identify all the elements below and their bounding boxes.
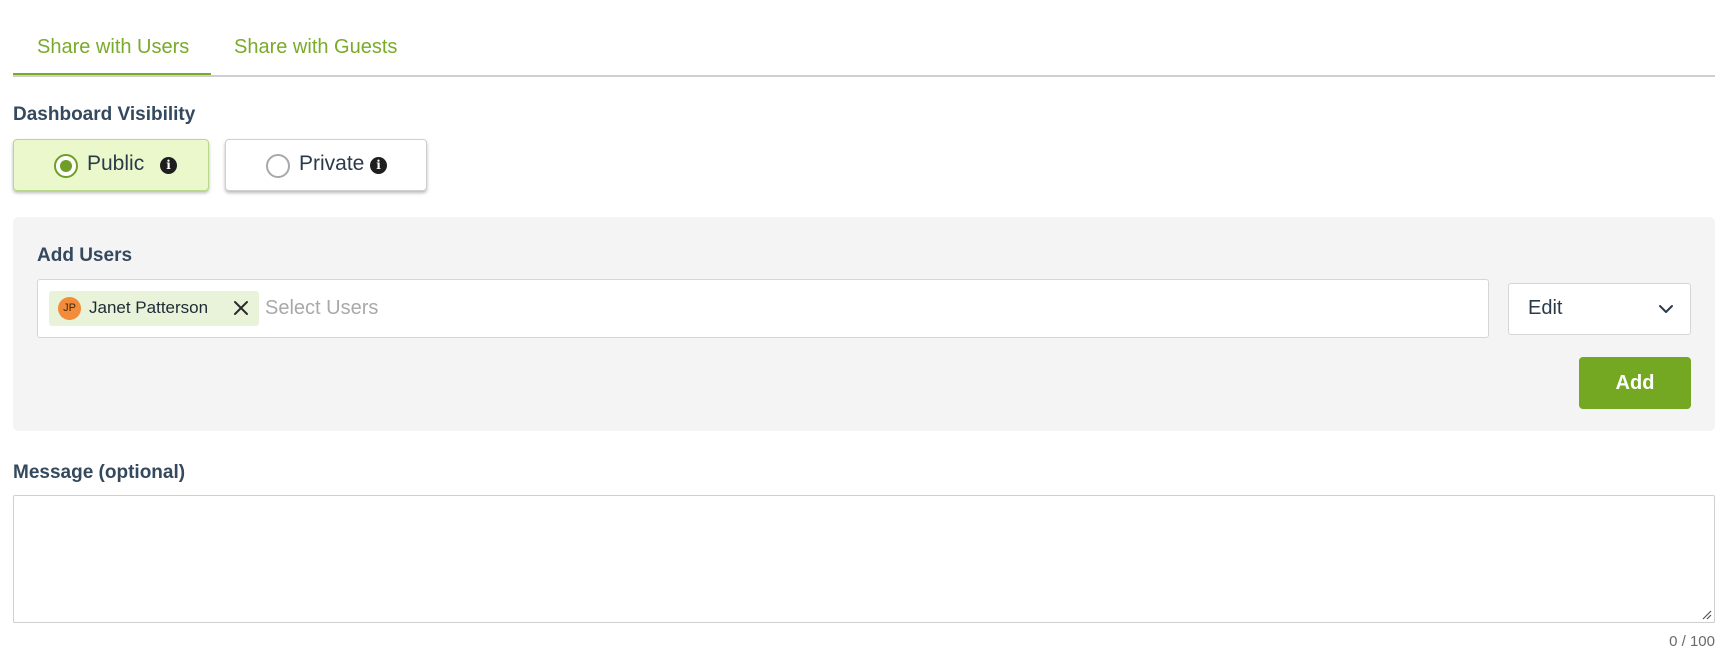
dashboard-visibility-label: Dashboard Visibility (13, 104, 196, 125)
visibility-option-label: Public (87, 152, 145, 175)
add-users-label: Add Users (37, 245, 133, 266)
message-label: Message (optional) (13, 462, 186, 483)
visibility-option-private[interactable]: Private i (225, 139, 427, 191)
user-select-input[interactable]: JP Janet Patterson Select Users (37, 279, 1489, 338)
resize-handle-icon[interactable] (1700, 608, 1712, 620)
message-textarea[interactable] (13, 495, 1715, 623)
add-button[interactable]: Add (1579, 357, 1691, 409)
permission-role-select[interactable]: Edit (1508, 283, 1691, 335)
remove-user-close-icon[interactable] (229, 296, 253, 320)
visibility-option-public[interactable]: Public i (13, 139, 209, 191)
active-tab-indicator (13, 73, 211, 75)
selected-user-name: Janet Patterson (89, 298, 209, 317)
radio-public[interactable] (54, 154, 78, 178)
info-icon[interactable]: i (370, 157, 387, 174)
radio-private[interactable] (266, 154, 290, 178)
visibility-option-label: Private (299, 152, 365, 175)
message-character-counter: 0 / 100 (1669, 633, 1715, 650)
share-tabs: Share with Users Share with Guests (13, 0, 1715, 77)
chevron-down-icon (1659, 305, 1673, 313)
select-users-placeholder: Select Users (265, 297, 379, 319)
permission-role-value: Edit (1528, 297, 1563, 319)
tab-share-with-guests[interactable]: Share with Guests (234, 36, 397, 59)
info-icon[interactable]: i (160, 157, 177, 174)
tab-share-with-users[interactable]: Share with Users (37, 36, 189, 59)
selected-user-chip: JP Janet Patterson (49, 291, 259, 326)
avatar: JP (58, 297, 81, 320)
